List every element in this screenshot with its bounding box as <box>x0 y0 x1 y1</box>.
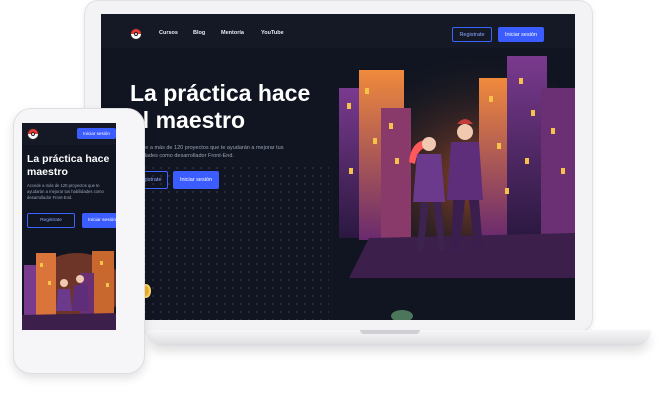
phone-register-button[interactable]: Registrate <box>27 213 75 228</box>
pokeball-logo-icon[interactable] <box>130 28 142 40</box>
register-button[interactable]: Registrate <box>452 27 492 42</box>
phone-navbar: Iniciar sesión <box>22 123 116 145</box>
city-illustration <box>329 48 575 320</box>
nav-link-cursos[interactable]: Cursos <box>159 30 178 36</box>
phone-screen: Iniciar sesión La práctica hace maestro … <box>22 123 116 330</box>
login-button[interactable]: Iniciar sesión <box>498 27 544 42</box>
blob-shape <box>391 310 413 320</box>
phone-hero-description-line3: desarrollador Front-End. <box>27 195 73 200</box>
phone-hero-title-line1: La práctica hace <box>27 153 110 165</box>
nav-link-youtube[interactable]: YouTube <box>261 30 284 36</box>
navbar: Cursos Blog Mentoría YouTube Registrate … <box>101 14 575 48</box>
hero-title-line1: La práctica hace <box>130 80 311 106</box>
phone-hero-login-button[interactable]: Iniciar sesión <box>82 213 116 228</box>
hero-description-line1: Accede a más de 120 proyectos que te ayu… <box>130 145 284 151</box>
hero-login-button[interactable]: Iniciar sesión <box>173 171 219 189</box>
nav-link-blog[interactable]: Blog <box>193 30 205 36</box>
phone-hero-title-line2: maestro <box>27 166 68 178</box>
nav-link-mentoria[interactable]: Mentoría <box>221 30 244 36</box>
laptop-notch <box>360 330 420 334</box>
phone-city-illustration <box>22 243 116 330</box>
pokeball-logo-icon[interactable] <box>27 128 39 140</box>
hero-description-line2: habilidades como desarrollador Front-End… <box>130 153 234 159</box>
laptop-screen: Cursos Blog Mentoría YouTube Registrate … <box>101 14 575 320</box>
hero-title-line2: el maestro <box>130 107 246 133</box>
phone-login-button[interactable]: Iniciar sesión <box>77 128 116 139</box>
